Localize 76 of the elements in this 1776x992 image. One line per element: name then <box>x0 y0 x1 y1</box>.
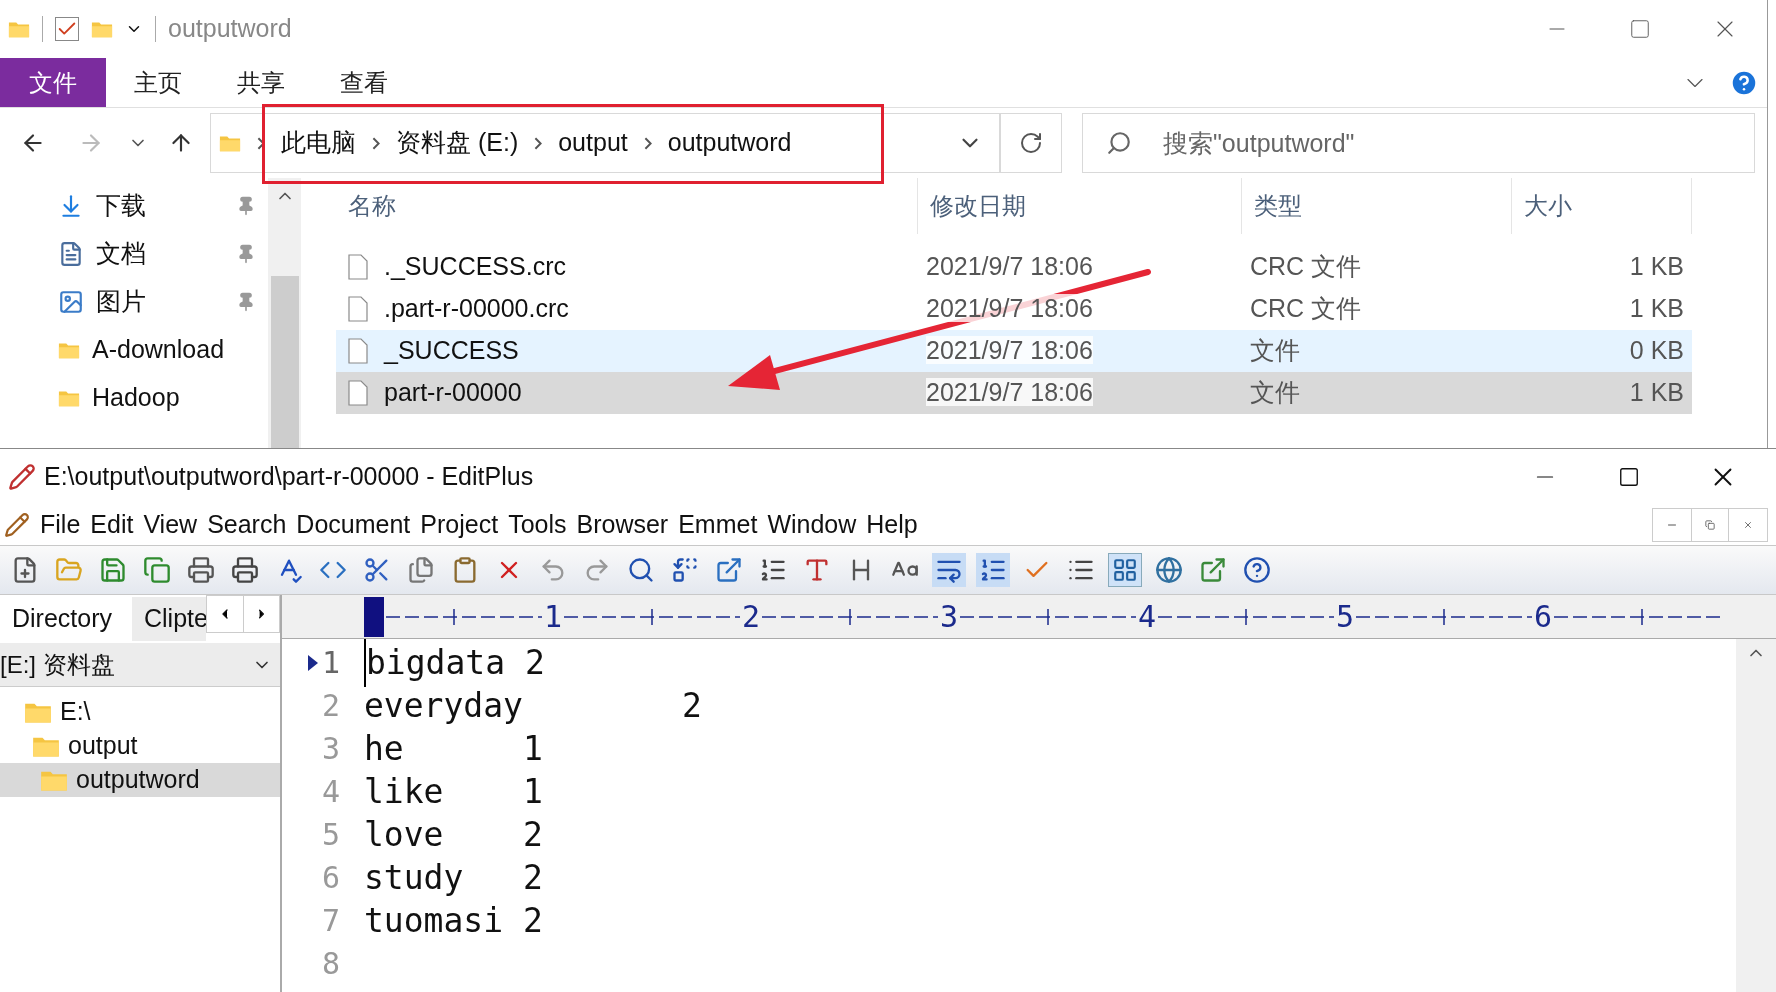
breadcrumb-item[interactable]: 此电脑 <box>281 124 356 162</box>
code-line: bigdata 2 <box>364 637 545 688</box>
tree-item[interactable]: outputword <box>0 763 280 797</box>
code-line: like 1 <box>364 770 543 813</box>
ribbon-tab[interactable]: 文件 <box>0 58 106 107</box>
code-line: love 2 <box>364 813 543 856</box>
ruler-number: 3 <box>940 598 958 636</box>
ribbon-tab[interactable]: 查看 <box>312 58 415 107</box>
menu-item[interactable]: Project <box>420 506 499 544</box>
search-field[interactable]: 搜索"outputword" <box>1082 113 1755 173</box>
nav-item[interactable]: 文档 <box>0 230 268 278</box>
tree-item[interactable]: E:\ <box>0 695 280 729</box>
menu-item[interactable]: Browser <box>576 506 669 544</box>
ribbon-tab[interactable]: 主页 <box>106 58 209 107</box>
menu-item[interactable]: Search <box>207 506 287 544</box>
line-number: 3 <box>321 730 340 768</box>
breadcrumb-item[interactable]: output <box>558 124 628 162</box>
address-bar[interactable]: 此电脑 资料盘 (E:) output outputword <box>210 113 1000 173</box>
file-size: 1 KB <box>1628 377 1685 409</box>
breadcrumb-item[interactable]: 资料盘 (E:) <box>396 124 519 162</box>
modified-date: 2021/9/7 18:06 <box>926 294 1093 323</box>
column-header[interactable]: 大小 <box>1512 178 1692 234</box>
menu-item[interactable]: Tools <box>508 506 567 544</box>
file-size: 0 KB <box>1628 335 1685 367</box>
ruler-number: 5 <box>1336 598 1354 636</box>
line-number: 8 <box>321 945 340 983</box>
nav-item[interactable]: 下载 <box>0 182 268 230</box>
nav-item[interactable]: 图片 <box>0 278 268 326</box>
menu-item[interactable]: Help <box>866 506 918 544</box>
menu-item[interactable]: Edit <box>90 506 134 544</box>
line-number: 1 <box>321 644 340 682</box>
ruler-number: 4 <box>1138 598 1156 636</box>
window-title: E:\output\outputword\part-r-00000 - EditPlus <box>44 461 534 493</box>
menu-item[interactable]: File <box>40 506 81 544</box>
file-type: 文件 <box>1249 377 1301 409</box>
column-header[interactable]: 修改日期 <box>918 178 1242 234</box>
menu-item[interactable]: Emmet <box>678 506 758 544</box>
line-number: 2 <box>321 687 340 725</box>
line-number: 4 <box>321 773 340 811</box>
menu-item[interactable]: View <box>143 506 198 544</box>
breadcrumb-item[interactable]: outputword <box>667 124 792 162</box>
nav-item[interactable]: Hadoop <box>0 374 268 422</box>
menu-item[interactable]: Window <box>767 506 857 544</box>
file-row[interactable]: .part-r-00000.crc 2021/9/7 18:06 CRC 文件 1 KB <box>336 288 1692 330</box>
window-title: outputword <box>168 13 292 45</box>
menu-item[interactable]: Document <box>296 506 411 544</box>
file-name: part-r-00000 <box>384 377 522 409</box>
drive-select[interactable]: [E:] 资料盘 <box>0 643 280 687</box>
code-line: study 2 <box>364 856 543 899</box>
file-row[interactable]: _SUCCESS 2021/9/7 18:06 文件 0 KB <box>336 330 1692 372</box>
ruler-number: 1 <box>544 598 562 636</box>
line-number: 6 <box>321 859 340 897</box>
ruler-number: 6 <box>1534 598 1552 636</box>
file-size: 1 KB <box>1628 251 1685 283</box>
file-row[interactable]: ._SUCCESS.crc 2021/9/7 18:06 CRC 文件 1 KB <box>336 246 1692 288</box>
modified-date: 2021/9/7 18:06 <box>926 336 1093 365</box>
ribbon-tab[interactable]: 共享 <box>209 58 312 107</box>
nav-item[interactable]: A-download <box>0 326 268 374</box>
file-type: CRC 文件 <box>1249 293 1363 325</box>
line-number: 5 <box>321 816 340 854</box>
file-type: CRC 文件 <box>1249 251 1363 283</box>
code-line: he 1 <box>364 727 543 770</box>
code-line: tuomasi 2 <box>364 899 543 942</box>
tree-item[interactable]: output <box>0 729 280 763</box>
line-number: 7 <box>321 902 340 940</box>
column-header[interactable]: 名称 <box>336 178 918 234</box>
file-name: .part-r-00000.crc <box>384 293 569 325</box>
file-name: ._SUCCESS.crc <box>384 251 566 283</box>
ruler-number: 2 <box>742 598 760 636</box>
file-row[interactable]: part-r-00000 2021/9/7 18:06 文件 1 KB <box>336 372 1692 414</box>
file-name: _SUCCESS <box>384 335 519 367</box>
file-size: 1 KB <box>1628 293 1685 325</box>
file-type: 文件 <box>1249 335 1301 367</box>
column-header[interactable]: 类型 <box>1242 178 1512 234</box>
modified-date: 2021/9/7 18:06 <box>926 378 1093 407</box>
panel-tab[interactable]: Clipte <box>132 597 206 641</box>
